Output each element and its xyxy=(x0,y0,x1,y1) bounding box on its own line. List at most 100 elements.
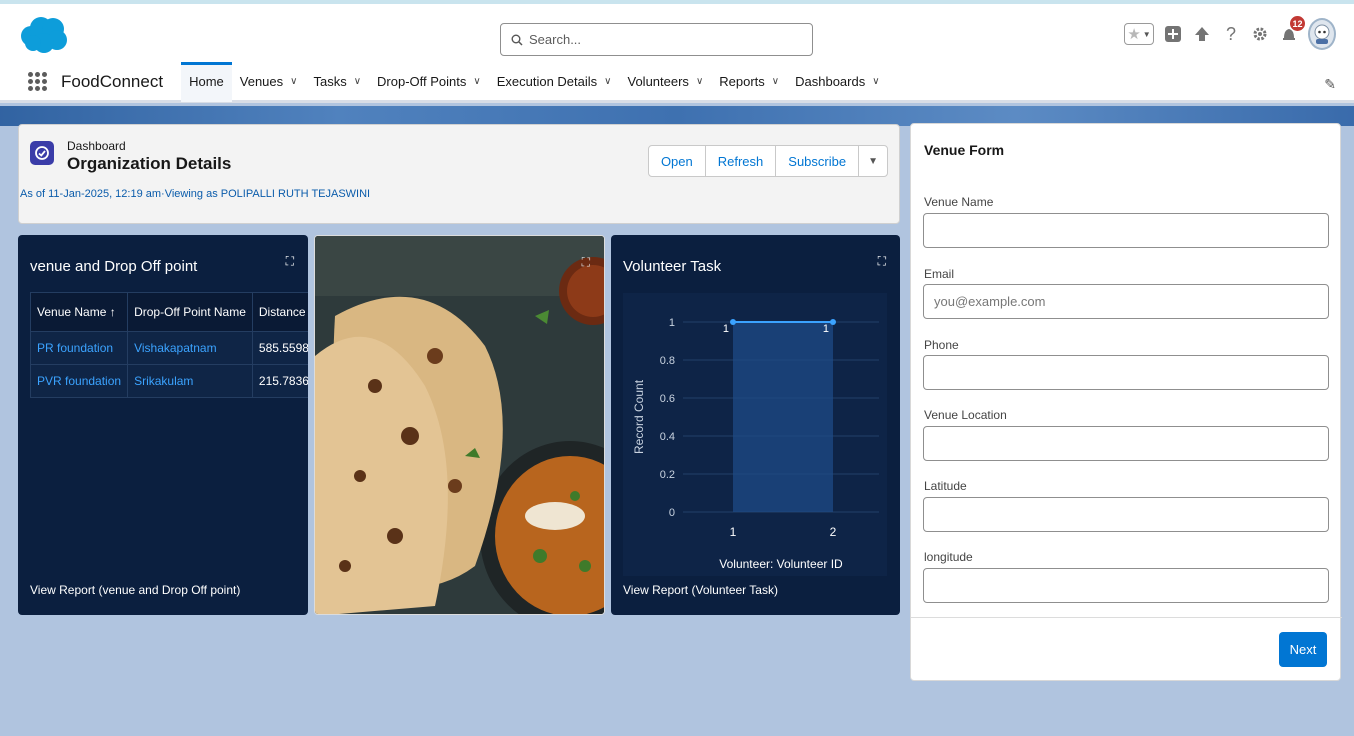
column-header[interactable]: Distance xyxy=(251,292,308,332)
longitude-input[interactable] xyxy=(923,568,1329,603)
table-row: PR foundation Vishakapatnam 585.5598 xyxy=(29,331,308,365)
data-point xyxy=(730,319,736,325)
chevron-down-icon[interactable]: ∨ xyxy=(290,76,297,87)
distance-cell: 215.7836 xyxy=(251,364,308,398)
longitude-label: longitude xyxy=(924,550,973,564)
expand-icon[interactable]: ⛶ xyxy=(878,254,886,269)
edit-nav-pencil-icon[interactable]: ✎ xyxy=(1324,76,1336,93)
phone-input[interactable] xyxy=(923,355,1329,390)
chevron-down-icon: ▼ xyxy=(1142,29,1151,39)
x-tick-label: 1 xyxy=(730,525,737,539)
salesforce-logo[interactable] xyxy=(19,16,67,54)
astro-avatar-icon xyxy=(1314,24,1330,44)
view-report-link[interactable]: View Report (Volunteer Task) xyxy=(623,583,778,597)
header-utility-icons: ★ ▼ ? 12 xyxy=(1124,16,1336,50)
card-title: venue and Drop Off point xyxy=(30,258,198,275)
data-label: 1 xyxy=(823,323,829,335)
expand-icon[interactable]: ⛶ xyxy=(582,255,590,270)
subscribe-button[interactable]: Subscribe xyxy=(775,145,860,177)
trailhead-button[interactable] xyxy=(1192,24,1212,44)
venue-name-input[interactable] xyxy=(923,213,1329,248)
view-report-link[interactable]: View Report (venue and Drop Off point) xyxy=(30,583,240,597)
venue-form: Venue Form Venue Name Email Phone Venue … xyxy=(910,123,1342,681)
y-tick-label: 0.2 xyxy=(660,469,675,481)
open-button[interactable]: Open xyxy=(647,145,706,177)
email-input[interactable] xyxy=(923,284,1329,319)
data-label: 1 xyxy=(723,323,729,335)
latitude-input[interactable] xyxy=(923,497,1329,532)
tab-home[interactable]: Home xyxy=(181,61,232,102)
venue-name-label: Venue Name xyxy=(924,195,994,209)
data-point xyxy=(830,319,836,325)
dashboard-actions: Open Refresh Subscribe ▼ xyxy=(647,145,888,177)
dashboard-eyebrow: Dashboard xyxy=(67,139,126,153)
star-icon: ★ xyxy=(1127,26,1141,43)
dashboard-as-of: As of 11-Jan-2025, 12:19 am·Viewing as P… xyxy=(20,188,371,200)
naan-curry-image xyxy=(315,236,604,614)
latitude-label: Latitude xyxy=(924,479,967,493)
tab-label: Home xyxy=(189,74,224,89)
notification-badge: 12 xyxy=(1290,16,1305,31)
volunteer-task-card: Volunteer Task ⛶ 1 0.8 0.6 0.4 0.2 0 1 1 1 2 Volun… xyxy=(611,235,900,615)
venue-location-label: Venue Location xyxy=(924,408,1007,422)
tab-execution-details[interactable]: Execution Details ∨ xyxy=(489,62,620,102)
app-nav-bar: FoodConnect Home Venues ∨ Tasks ∨ Drop-O… xyxy=(0,61,1354,103)
chevron-down-icon[interactable]: ∨ xyxy=(354,76,361,87)
column-header[interactable]: Drop-Off Point Name xyxy=(127,292,253,332)
plus-box-icon xyxy=(1165,26,1181,42)
global-header: Search... ★ ▼ ? 12 xyxy=(0,0,1354,63)
distance-cell: 585.5598 xyxy=(251,331,308,365)
venue-name-link[interactable]: PVR foundation xyxy=(29,364,129,398)
notifications-button[interactable]: 12 xyxy=(1279,16,1305,44)
tab-drop-off-points[interactable]: Drop-Off Points ∨ xyxy=(369,62,489,102)
global-actions-button[interactable] xyxy=(1163,24,1183,44)
tab-label: Dashboards xyxy=(795,74,866,89)
chevron-down-icon: ▼ xyxy=(868,155,878,167)
tab-label: Reports xyxy=(719,74,765,89)
dashboard-header: Dashboard Organization Details As of 11-… xyxy=(18,124,900,224)
series-area xyxy=(733,322,833,512)
y-axis-label: Record Count xyxy=(632,379,646,454)
tab-venues[interactable]: Venues ∨ xyxy=(232,62,306,102)
favorites-button[interactable]: ★ ▼ xyxy=(1124,23,1154,45)
tab-label: Volunteers xyxy=(627,74,689,89)
help-button[interactable]: ? xyxy=(1221,24,1241,44)
global-search[interactable]: Search... xyxy=(500,23,813,56)
column-header[interactable]: Venue Name ↑ xyxy=(29,292,129,332)
tab-reports[interactable]: Reports ∨ xyxy=(711,62,787,102)
card-title: Volunteer Task xyxy=(623,258,722,275)
volunteer-task-chart: 1 0.8 0.6 0.4 0.2 0 1 1 1 2 Volunteer: Volunteer I… xyxy=(623,293,887,576)
tab-volunteers[interactable]: Volunteers ∨ xyxy=(620,62,712,102)
chevron-down-icon[interactable]: ∨ xyxy=(872,76,879,87)
tab-dashboards[interactable]: Dashboards ∨ xyxy=(787,62,887,102)
tab-tasks[interactable]: Tasks ∨ xyxy=(305,62,369,102)
form-title: Venue Form xyxy=(924,142,1005,158)
chevron-down-icon[interactable]: ∨ xyxy=(604,76,611,87)
app-launcher-icon[interactable] xyxy=(28,72,48,91)
chevron-down-icon[interactable]: ∨ xyxy=(772,76,779,87)
expand-icon[interactable]: ⛶ xyxy=(286,254,294,269)
dropoff-point-link[interactable]: Srikakulam xyxy=(127,364,253,398)
app-name: FoodConnect xyxy=(61,71,164,91)
x-tick-label: 2 xyxy=(830,525,837,539)
next-button[interactable]: Next xyxy=(1279,632,1327,667)
tab-label: Venues xyxy=(239,74,284,89)
venue-location-input[interactable] xyxy=(923,426,1329,461)
venue-name-link[interactable]: PR foundation xyxy=(29,331,129,365)
y-tick-label: 0.6 xyxy=(660,393,675,405)
more-actions-button[interactable]: ▼ xyxy=(858,145,888,177)
gear-icon xyxy=(1253,27,1267,41)
refresh-button[interactable]: Refresh xyxy=(704,145,777,177)
dropoff-point-link[interactable]: Vishakapatnam xyxy=(127,331,253,365)
tab-label: Drop-Off Points xyxy=(377,74,467,89)
x-axis-label: Volunteer: Volunteer ID xyxy=(719,557,843,571)
dashboard-icon xyxy=(30,141,54,165)
chevron-down-icon[interactable]: ∨ xyxy=(473,76,480,87)
table-row: PVR foundation Srikakulam 215.7836 xyxy=(29,364,308,398)
chevron-down-icon[interactable]: ∨ xyxy=(696,76,703,87)
setup-button[interactable] xyxy=(1250,24,1270,44)
user-avatar[interactable] xyxy=(1308,18,1336,50)
tab-label: Execution Details xyxy=(496,74,598,89)
help-icon: ? xyxy=(1225,23,1236,44)
nav-tabs: Home Venues ∨ Tasks ∨ Drop-Off Points ∨ … xyxy=(181,61,887,102)
